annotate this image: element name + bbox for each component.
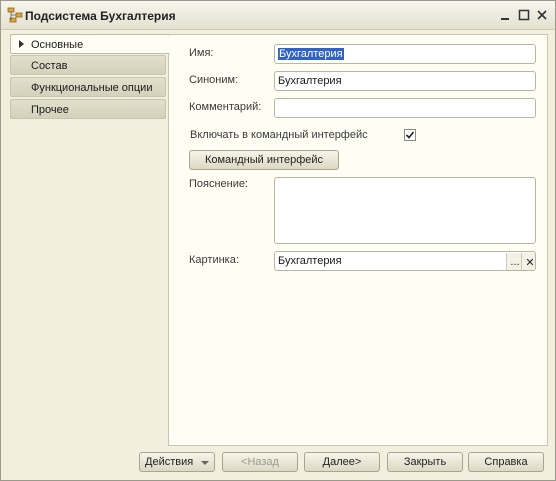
back-button[interactable]: <Назад — [222, 452, 298, 472]
comment-field[interactable] — [274, 98, 536, 118]
explanation-textarea[interactable] — [274, 177, 536, 244]
sidebar-item-label: Состав — [31, 60, 68, 72]
comment-label: Комментарий: — [189, 101, 262, 113]
include-in-command-interface-checkbox[interactable] — [404, 129, 416, 141]
close-icon[interactable] — [534, 7, 550, 23]
synonym-label: Синоним: — [189, 74, 239, 86]
sidebar-item-label: Основные — [31, 39, 84, 51]
clear-picture-icon[interactable]: ✕ — [521, 253, 535, 270]
sidebar-item-functional-options[interactable]: Функциональные опции — [10, 77, 166, 97]
main-panel: Имя: Бухгалтерия Синоним: Бухгалтерия Ко… — [168, 34, 548, 446]
command-interface-button[interactable]: Командный интерфейс — [189, 150, 339, 170]
picture-label: Картинка: — [189, 254, 239, 266]
subsystem-icon — [7, 7, 23, 23]
checkmark-icon — [405, 131, 415, 139]
maximize-icon[interactable] — [516, 7, 532, 23]
synonym-field[interactable]: Бухгалтерия — [274, 71, 536, 91]
minimize-icon[interactable] — [497, 7, 513, 23]
name-label: Имя: — [189, 47, 214, 59]
window-title: Подсистема Бухгалтерия — [25, 9, 176, 23]
sidebar: Основные Состав Функциональные опции Про… — [10, 34, 170, 446]
name-value: Бухгалтерия — [278, 48, 344, 60]
sidebar-item-main[interactable]: Основные — [10, 34, 170, 54]
sidebar-item-other[interactable]: Прочее — [10, 99, 166, 119]
name-field[interactable]: Бухгалтерия — [274, 44, 536, 64]
synonym-value: Бухгалтерия — [278, 75, 342, 87]
actions-button-label: Действия — [145, 456, 194, 468]
dropdown-arrow-icon — [201, 461, 209, 465]
sidebar-item-label: Функциональные опции — [31, 82, 153, 94]
subsystem-window: Подсистема Бухгалтерия Основные Состав Ф… — [0, 0, 556, 481]
picture-field[interactable]: Бухгалтерия ... ✕ — [274, 251, 536, 271]
title-bar: Подсистема Бухгалтерия — [1, 1, 555, 30]
picture-value: Бухгалтерия — [278, 255, 342, 267]
explanation-label: Пояснение: — [189, 178, 249, 190]
next-button[interactable]: Далее> — [304, 452, 380, 472]
include-in-command-interface-label: Включать в командный интерфейс — [190, 129, 368, 141]
sidebar-item-label: Прочее — [31, 104, 69, 116]
close-button[interactable]: Закрыть — [387, 452, 463, 472]
chevron-right-icon — [19, 40, 24, 48]
help-button[interactable]: Справка — [468, 452, 544, 472]
actions-menu-button[interactable]: Действия — [139, 452, 215, 472]
sidebar-item-composition[interactable]: Состав — [10, 55, 166, 75]
